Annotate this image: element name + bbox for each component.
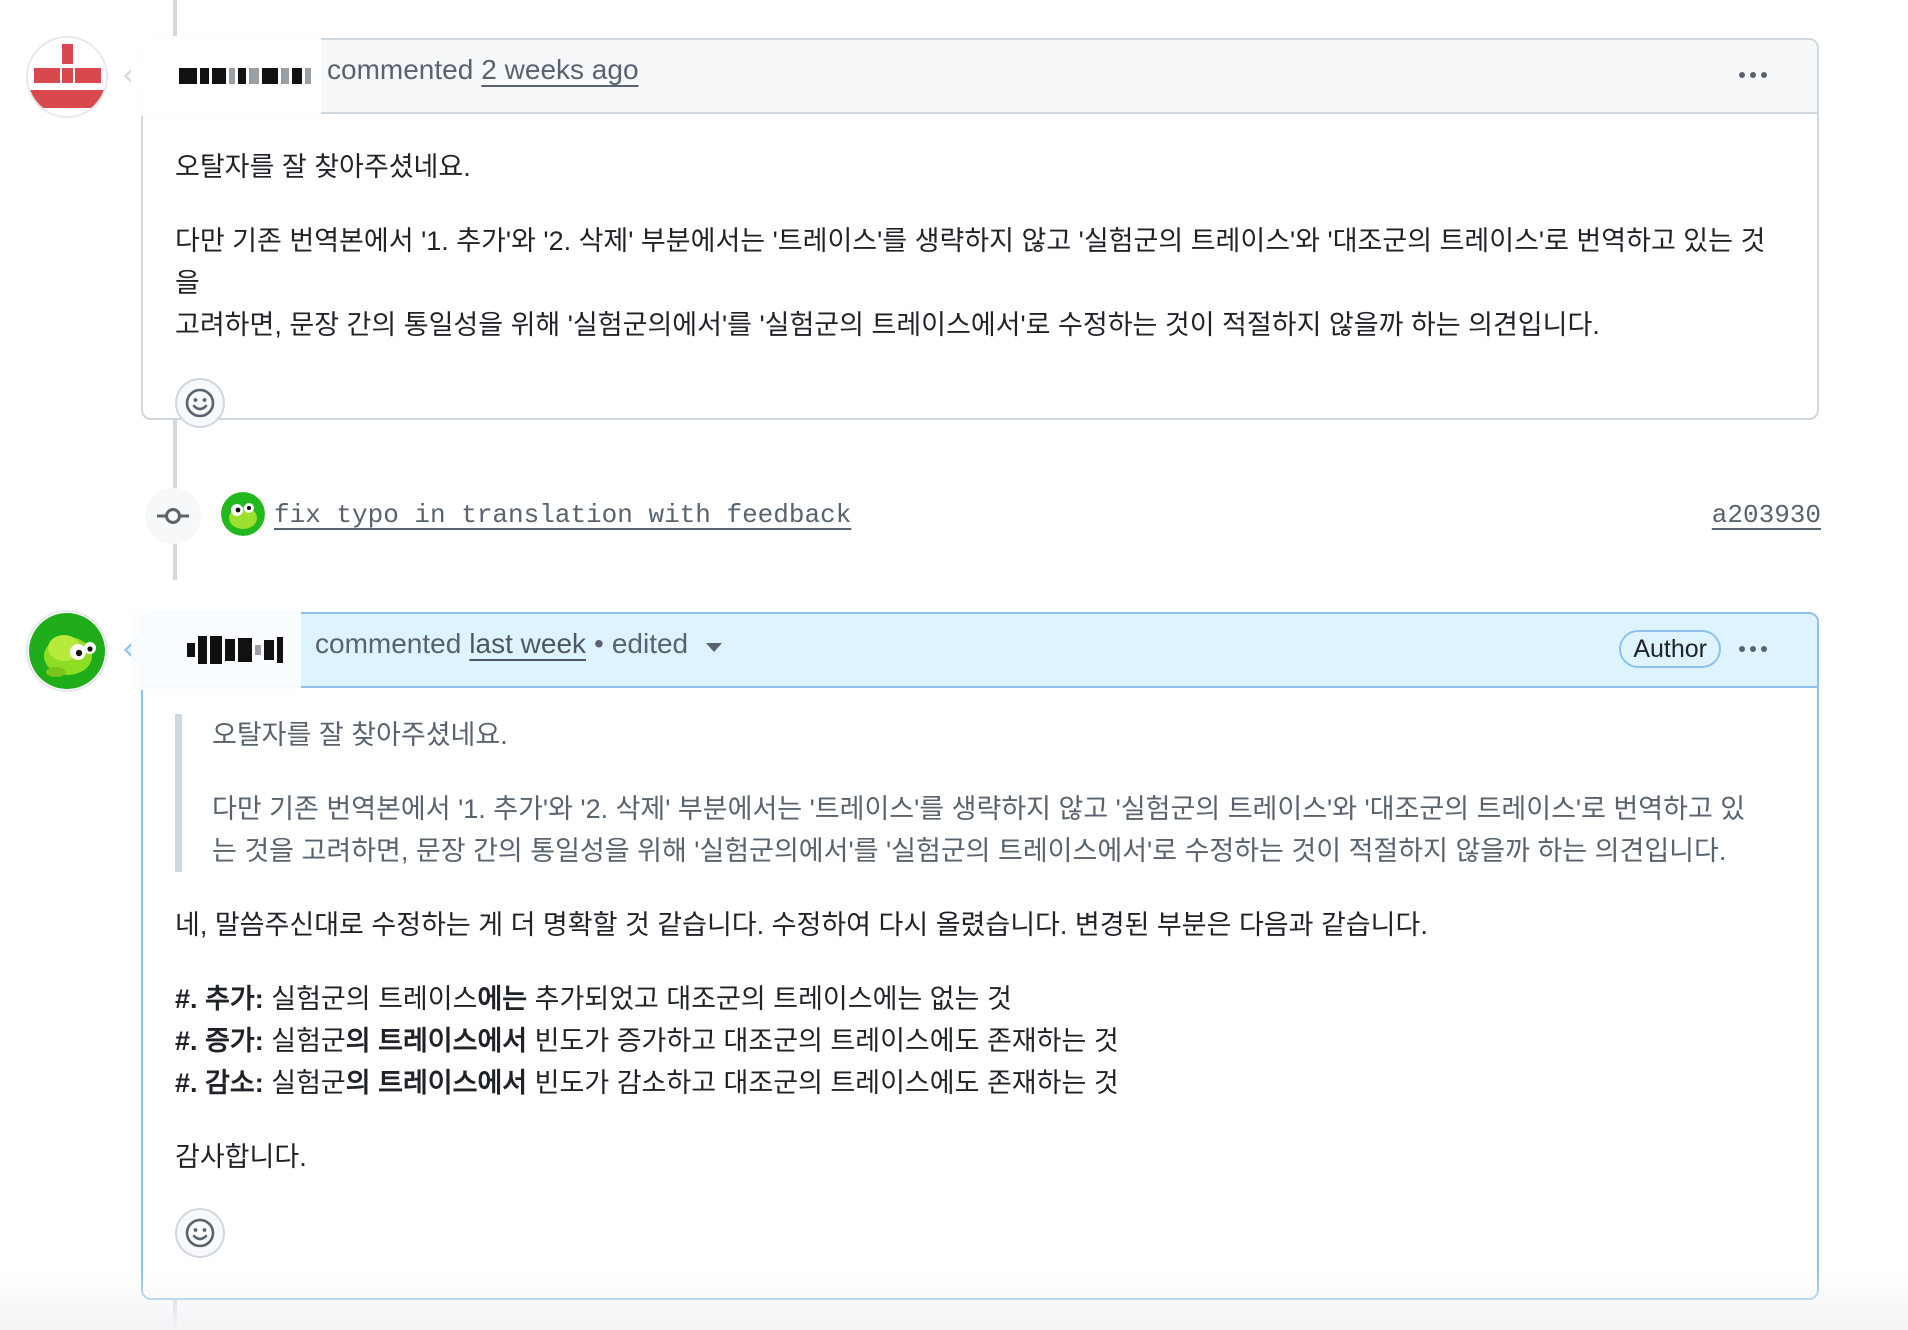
comment-header: commented 2 weeks ago [124,36,1817,116]
change-label: 추가: [205,984,264,1014]
commit-sha-link[interactable]: a203930 [1712,500,1821,530]
change-emphasis: 에는 [477,984,528,1014]
change-prefix: #. [175,1068,198,1098]
add-reaction-button[interactable] [175,378,225,428]
git-commit-icon [145,488,201,544]
author-comment-card: commented last week • edited Author 오탈자를… [124,610,1819,1300]
comment-card: commented 2 weeks ago 오탈자를 잘 찾아주셨네요. 다만 … [124,36,1819,428]
bottom-fade [0,1272,1908,1330]
edited-label: edited [611,628,689,659]
change-text: 빈도가 감소하고 대조군의 트레이스에도 존재하는 것 [534,1068,1119,1098]
commit-author-avatar[interactable] [221,492,265,536]
quote-line: 다만 기존 번역본에서 '1. 추가'와 '2. 삭제' 부분에서는 '트레이스… [212,794,1746,824]
change-label: 감소: [205,1068,264,1098]
thanks-paragraph: 감사합니다. [175,1142,307,1172]
comment-line: 다만 기존 번역본에서 '1. 추가'와 '2. 삭제' 부분에서는 '트레이스… [175,226,1766,298]
commit-event: fix typo in translation with feedback a2… [141,488,1821,544]
add-reaction-button[interactable] [175,1208,225,1258]
quote-paragraph: 다만 기존 번역본에서 '1. 추가'와 '2. 삭제' 부분에서는 '트레이스… [212,788,1785,872]
change-text: 실험군 [271,1026,346,1056]
change-item: #. 감소: 실험군의 트레이스에서 빈도가 감소하고 대조군의 트레이스에도 … [175,1062,1785,1104]
author-avatar[interactable] [26,610,108,692]
smiley-icon [185,1218,215,1248]
kebab-horizontal-icon[interactable] [1733,60,1773,90]
timeline-line [173,0,177,40]
change-text: 추가되었고 대조군의 트레이스에는 없는 것 [534,984,1012,1014]
identicon-avatar-icon [28,38,106,116]
comment-line: 고려하면, 문장 간의 통일성을 위해 '실험군의에서'를 '실험군의 트레이스… [175,310,1600,340]
change-label: 증가: [205,1026,264,1056]
quote-paragraph: 오탈자를 잘 찾아주셨네요. [212,720,508,750]
comment-paragraph: 오탈자를 잘 찾아주셨네요. [175,152,471,182]
kebab-horizontal-icon[interactable] [1733,634,1773,664]
user-avatar[interactable] [26,36,108,118]
frog-avatar-icon [221,492,265,536]
comment-action: commented [315,628,462,659]
change-prefix: #. [175,984,198,1014]
triangle-down-icon [706,642,723,652]
smiley-icon [185,388,215,418]
change-item: #. 추가: 실험군의 트레이스에는 추가되었고 대조군의 트레이스에는 없는 … [175,978,1785,1020]
change-text: 실험군 [271,1068,346,1098]
frog-avatar-icon [28,612,106,690]
comment-paragraph: 다만 기존 번역본에서 '1. 추가'와 '2. 삭제' 부분에서는 '트레이스… [175,220,1785,346]
redacted-username[interactable] [187,630,283,670]
quote-line: 는 것을 고려하면, 문장 간의 통일성을 위해 '실험군의에서'를 '실험군의… [212,836,1727,866]
change-prefix: #. [175,1026,198,1056]
change-emphasis: 의 트레이스에서 [345,1068,528,1098]
comment-timestamp-link[interactable]: last week [469,628,586,660]
separator-dot: • [594,628,604,659]
comment-header: commented last week • edited Author [124,610,1817,690]
redacted-username[interactable] [179,56,311,96]
commit-message-link[interactable]: fix typo in translation with feedback [274,500,851,530]
change-text: 빈도가 증가하고 대조군의 트레이스에도 존재하는 것 [534,1026,1119,1056]
change-item: #. 증가: 실험군의 트레이스에서 빈도가 증가하고 대조군의 트레이스에도 … [175,1020,1785,1062]
reply-paragraph: 네, 말씀주신대로 수정하는 게 더 명확할 것 같습니다. 수정하여 다시 올… [175,910,1428,940]
edited-history-dropdown[interactable]: edited [611,628,723,660]
change-emphasis: 의 트레이스에서 [345,1026,528,1056]
change-list: #. 추가: 실험군의 트레이스에는 추가되었고 대조군의 트레이스에는 없는 … [175,978,1785,1104]
change-text: 실험군의 트레이스 [271,984,478,1014]
quoted-reply: 오탈자를 잘 찾아주셨네요. 다만 기존 번역본에서 '1. 추가'와 '2. … [175,714,1785,872]
author-badge: Author [1619,630,1721,668]
comment-action: commented [327,54,474,85]
comment-timestamp-link[interactable]: 2 weeks ago [481,54,638,86]
